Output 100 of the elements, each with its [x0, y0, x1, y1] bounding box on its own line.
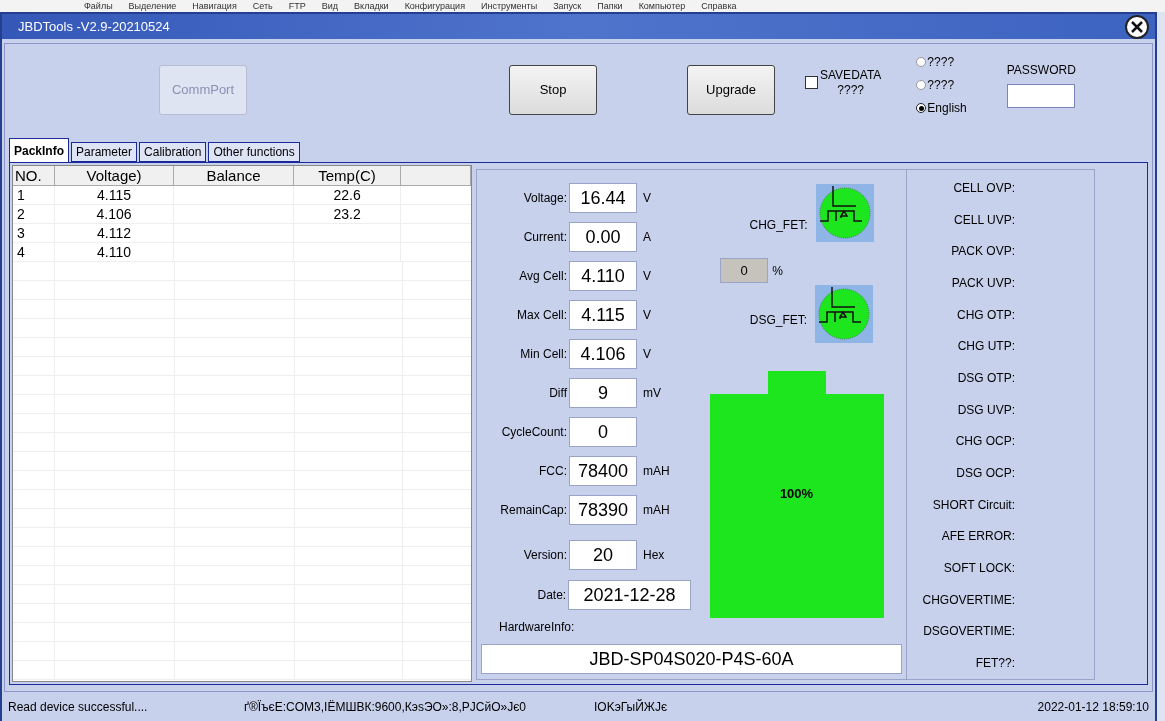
language-radio[interactable]: English: [916, 100, 967, 116]
upgrade-button[interactable]: Upgrade: [687, 65, 775, 115]
menu-item[interactable]: Вид: [321, 0, 339, 12]
reading-label: CycleCount:: [500, 423, 568, 441]
hardware-field: JBD-SP04S020-P4S-60A: [481, 644, 902, 674]
menu-item[interactable]: Инструменты: [481, 0, 538, 12]
protection-label: DSG OCP:: [955, 465, 1015, 483]
tab[interactable]: Parameter: [71, 142, 138, 162]
language-radio[interactable]: ????: [916, 77, 967, 93]
protection-label: SOFT LOCK:: [942, 560, 1015, 578]
table-cell: 4.106: [54, 205, 175, 223]
menu-item[interactable]: Сеть: [252, 0, 273, 12]
reading-label: Voltage:: [522, 189, 568, 207]
battery-percent: 100%: [778, 485, 815, 503]
hardware-label: HardwareInfo:: [499, 619, 576, 636]
fet-label: DSG_FET:: [749, 312, 808, 329]
protection-label: CHG UTP:: [956, 338, 1015, 356]
reading-field: 0.00: [569, 221, 637, 252]
unit-label: V: [643, 306, 651, 324]
password-field[interactable]: [1006, 83, 1075, 108]
protection-label: CHG OCP:: [954, 433, 1015, 451]
tab[interactable]: Other functions: [208, 142, 300, 162]
table-cell: 3: [13, 224, 55, 242]
table-cell: 2: [13, 205, 55, 223]
reading-field: 78400: [569, 455, 637, 486]
reading-field: 0: [569, 416, 637, 447]
close-icon: [1131, 20, 1143, 33]
table-cell: 23.2: [293, 205, 402, 223]
reading-field: 9: [569, 377, 637, 408]
protection-label: AFE ERROR:: [940, 528, 1015, 546]
menu-item[interactable]: Файлы: [84, 0, 113, 12]
protection-label: CHGOVERTIME:: [921, 591, 1015, 609]
protection-label: SHORT Circuit:: [931, 496, 1015, 514]
table-cell: 1: [13, 186, 55, 204]
reading-label: Diff: [548, 384, 568, 402]
percent-label: %: [772, 262, 783, 280]
protection-label: FET??:: [974, 655, 1015, 673]
menu-item[interactable]: Папки: [597, 0, 623, 12]
password-label: PASSWORD: [1006, 61, 1076, 79]
info-label: Version:: [522, 547, 568, 564]
protection-label: CELL UVP:: [953, 211, 1015, 229]
reading-field: 4.110: [569, 260, 637, 291]
protection-label: CELL OVP:: [952, 179, 1015, 197]
savedata-checkbox[interactable]: [805, 76, 818, 89]
reading-label: Min Cell:: [519, 345, 568, 363]
unit-label: mV: [643, 384, 661, 402]
status-text: 2022-01-12 18:59:10: [1037, 699, 1149, 716]
reading-field: 4.115: [569, 299, 637, 330]
menu-item[interactable]: Вкладки: [354, 0, 389, 12]
info-field: 2021-12-28: [568, 580, 691, 610]
window-title: JBDTools -V2.9-20210524: [18, 17, 170, 36]
protection-label: DSGOVERTIME:: [922, 623, 1015, 641]
unit-label: A: [643, 228, 651, 246]
stop-button[interactable]: Stop: [509, 65, 597, 115]
table-cell: 4.115: [54, 186, 175, 204]
reading-label: FCC:: [538, 462, 568, 480]
menu-item[interactable]: Навигация: [192, 0, 237, 12]
reading-field: 4.106: [569, 338, 637, 369]
status-text: Read device successful....: [8, 699, 149, 716]
protection-label: PACK UVP:: [950, 274, 1015, 292]
fet-label: CHG_FET:: [749, 217, 808, 234]
unit-label: V: [643, 189, 651, 207]
protection-label: PACK OVP:: [950, 243, 1015, 261]
reading-label: RemainCap:: [499, 501, 568, 519]
unit-label: Hex: [643, 547, 665, 564]
column-header: Balance: [174, 166, 294, 185]
close-button[interactable]: [1125, 14, 1149, 39]
status-text: IOKэГыЙЖЈє: [594, 698, 669, 716]
menu-item[interactable]: Запуск: [553, 0, 582, 12]
language-radio[interactable]: ????: [916, 54, 967, 70]
savedata-label: SAVEDATA: [820, 68, 882, 83]
protection-label: DSG OTP:: [956, 369, 1015, 387]
protection-label: CHG OTP:: [956, 306, 1015, 324]
tab[interactable]: Calibration: [139, 142, 207, 162]
tab[interactable]: PackInfo: [9, 138, 69, 162]
column-header: Temp(C): [293, 166, 402, 185]
table-cell: 4.110: [54, 243, 175, 261]
protection-label: DSG UVP:: [956, 401, 1015, 419]
savedata-sublabel: ????: [837, 83, 865, 98]
unit-label: mAH: [643, 501, 670, 519]
menu-item[interactable]: Справка: [701, 0, 737, 12]
reading-label: Max Cell:: [516, 306, 568, 324]
unit-label: V: [643, 267, 651, 285]
percent-field: 0: [720, 258, 769, 283]
reading-field: 16.44: [569, 182, 637, 213]
column-header: NO.: [13, 166, 55, 185]
menu-item[interactable]: Компьютер: [638, 0, 686, 12]
menu-item[interactable]: Конфигурация: [404, 0, 466, 12]
reading-label: Current:: [522, 228, 568, 246]
menu-item[interactable]: FTP: [288, 0, 306, 12]
unit-label: V: [643, 345, 651, 363]
info-label: Date:: [536, 587, 568, 604]
reading-field: 78390: [569, 494, 637, 525]
info-field: 20: [569, 540, 637, 570]
menu-item[interactable]: Выделение: [128, 0, 177, 12]
unit-label: mAH: [643, 462, 670, 480]
column-header: Voltage): [54, 166, 175, 185]
table-cell: 22.6: [293, 186, 402, 204]
status-text: ґ®ЇъєЕ:COM3,ІЁМШВК:9600,КэѕЭО»:8,РЈСйО»Јє0: [244, 699, 528, 716]
table-cell: 4: [13, 243, 55, 261]
